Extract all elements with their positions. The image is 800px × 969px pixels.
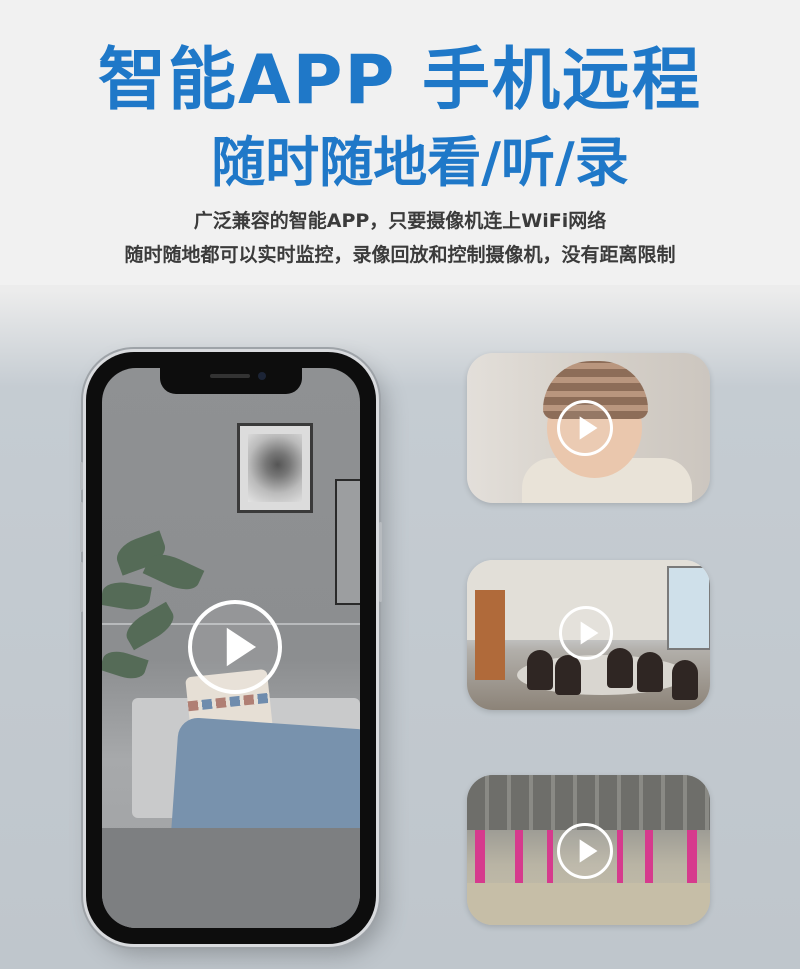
pink-pillar (475, 830, 485, 885)
phone-volume-down-button (80, 562, 83, 612)
pink-pillar (547, 830, 553, 885)
person (555, 655, 581, 695)
header-banner: 智能APP 手机远程 随时随地看/听/录 广泛兼容的智能APP，只要摄像机连上W… (0, 0, 800, 285)
thumbnail-office-video[interactable] (467, 560, 710, 710)
garage-ceiling (467, 775, 710, 830)
plant-leaf (102, 579, 152, 613)
pink-pillar (515, 830, 523, 885)
phone-notch (160, 368, 302, 394)
phone-screen-living-room (102, 368, 360, 928)
speaker-grille (210, 374, 250, 378)
thumbnail-parking-video[interactable] (467, 775, 710, 925)
play-icon[interactable] (557, 823, 613, 879)
pink-pillar (645, 830, 653, 885)
person (672, 660, 698, 700)
thumbnail-baby-video[interactable] (467, 353, 710, 503)
phone-mockup (80, 352, 382, 944)
person (637, 652, 663, 692)
plant-leaf (102, 646, 149, 684)
garage-floor (467, 883, 710, 925)
headline-subtitle: 随时随地看/听/录 (211, 131, 629, 194)
pink-pillar (687, 830, 697, 885)
wall-picture-frame (237, 423, 313, 513)
front-camera (258, 372, 266, 380)
play-icon[interactable] (559, 606, 613, 660)
phone-power-button (379, 522, 382, 602)
headline-title: 智能APP 手机远程 (98, 41, 702, 120)
office-window (667, 566, 710, 650)
person (607, 648, 633, 688)
play-icon[interactable] (188, 600, 282, 694)
floor (102, 828, 360, 928)
phone-volume-up-button (80, 502, 83, 552)
phone-side-button (80, 462, 83, 490)
description-line-2: 随时随地都可以实时监控，录像回放和控制摄像机，没有距离限制 (124, 244, 676, 266)
description-line-1: 广泛兼容的智能APP，只要摄像机连上WiFi网络 (193, 210, 607, 232)
wall-door (335, 479, 360, 605)
person (527, 650, 553, 690)
pink-pillar (617, 830, 623, 885)
play-icon[interactable] (557, 400, 613, 456)
office-door (475, 590, 505, 680)
